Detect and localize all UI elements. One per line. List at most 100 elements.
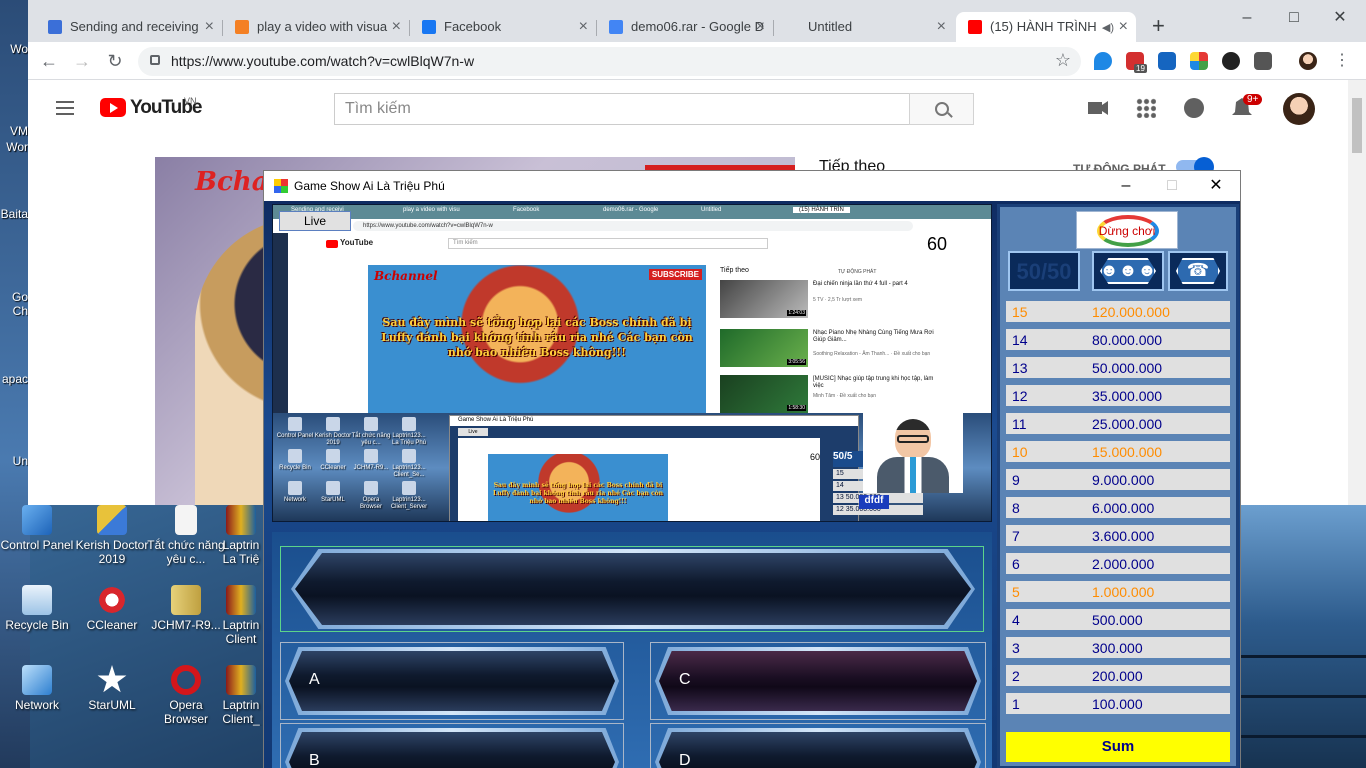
desktop-icon-zip[interactable]: JCHM7-R9... [146, 585, 226, 632]
desktop-icon-laptrinh-client[interactable]: Laptrin Client [215, 585, 267, 646]
desktop-icon-label[interactable]: Wo [0, 42, 30, 56]
notification-count-badge: 9+ [1243, 94, 1263, 105]
reload-button[interactable]: ↻ [104, 50, 126, 72]
stream-search: Tìm kiếm [448, 238, 768, 249]
desktop-icon-staruml[interactable]: StarUML [72, 665, 152, 712]
prize-row-3: 3 300.000 [1006, 637, 1230, 658]
tab-play-video[interactable]: play a video with visua × [223, 12, 409, 42]
scrollbar-thumb[interactable] [1352, 98, 1362, 153]
desktop-icon-control-panel[interactable]: Control Panel [0, 505, 77, 552]
close-tab-icon[interactable]: × [579, 12, 588, 42]
prize-row-14: 14 80.000.000 [1006, 329, 1230, 350]
stream-video-meta: Soothing Relaxation - Âm Thanh... · Đề x… [813, 351, 931, 357]
desktop-icon-laptrinh[interactable]: Laptrin La Triệ [215, 505, 267, 566]
youtube-avatar[interactable] [1283, 93, 1315, 125]
prize-row-7: 7 3.600.000 [1006, 525, 1230, 546]
extension-circle-icon[interactable] [1222, 52, 1240, 70]
close-tab-icon[interactable]: × [392, 12, 401, 42]
desktop-icon-laptrinh-client2[interactable]: Laptrin Client_ [215, 665, 267, 726]
answer-b-label: B [309, 752, 320, 768]
bookmark-star-icon[interactable]: ☆ [1055, 50, 1071, 71]
stream-tab: Facebook [513, 207, 540, 213]
stream-video-thumb: 1:24:03 [720, 280, 808, 318]
desktop-icon-label[interactable]: apac [0, 372, 30, 386]
lifeline-ask-audience-button[interactable]: ☻☻☻ [1092, 251, 1164, 291]
extension-colors-icon[interactable] [1190, 52, 1208, 70]
chrome-menu-icon[interactable]: ⋮ [1333, 52, 1351, 70]
stream-desktop-icon: Recycle Bin [275, 449, 315, 472]
nested-caption: Sau đây mình sẽ tổng hợp lại các Boss ch… [493, 482, 663, 505]
stream-desktop-icon: Network [275, 481, 315, 504]
minimize-button[interactable]: – [1224, 4, 1270, 32]
answer-c-label: C [679, 671, 691, 688]
new-tab-button[interactable]: + [1152, 13, 1165, 39]
tab-facebook[interactable]: Facebook × [410, 12, 596, 42]
desktop-icon-kerish-doctor[interactable]: Kerish Doctor 2019 [72, 505, 152, 566]
create-video-icon[interactable] [1088, 101, 1108, 115]
maximize-button[interactable]: □ [1271, 4, 1317, 32]
desktop-icon-label[interactable]: VM [0, 124, 30, 138]
game-minimize-button[interactable]: – [1104, 175, 1148, 199]
desktop-icon-label[interactable]: Wor [0, 140, 30, 154]
desktop-icon-label[interactable]: Baita [0, 207, 30, 221]
audience-icon: ☻☻☻ [1099, 260, 1157, 280]
desktop-icon-ccleaner[interactable]: CCleaner [72, 585, 152, 632]
game-maximize-button[interactable]: □ [1150, 175, 1194, 199]
live-button[interactable]: Live [279, 211, 351, 231]
sum-button[interactable]: Sum [1006, 732, 1230, 762]
prize-row-5: 5 1.000.000 [1006, 581, 1230, 602]
close-tab-icon[interactable]: × [1119, 12, 1128, 42]
tab-sending[interactable]: Sending and receiving × [36, 12, 222, 42]
answer-d-button[interactable]: D [650, 723, 986, 768]
close-tab-icon[interactable]: × [756, 12, 765, 42]
stop-game-button[interactable]: Dừng chơi [1076, 211, 1178, 249]
stream-video-meta: Minh Tâm · Đề xuất cho bạn [813, 393, 876, 399]
tab-youtube[interactable]: (15) HÀNH TRÌNH ◀) × [956, 12, 1136, 42]
youtube-logo-icon[interactable] [100, 98, 126, 117]
desktop-icon-recycle-bin[interactable]: Recycle Bin [0, 585, 77, 632]
document-icon [175, 505, 197, 535]
tab-google-drive[interactable]: demo06.rar - Google D × [597, 12, 773, 42]
page-scrollbar[interactable] [1348, 80, 1366, 505]
youtube-search-input[interactable]: Tìm kiếm [334, 93, 910, 125]
prize-row-11: 11 25.000.000 [1006, 413, 1230, 434]
apps-grid-icon[interactable] [1136, 98, 1156, 118]
stream-caption: Sau đây mình sẽ tổng hợp lại các Boss ch… [381, 316, 693, 359]
youtube-search-button[interactable] [909, 93, 974, 125]
tab-untitled[interactable]: Untitled × [774, 12, 954, 42]
stream-video-title: Nhạc Piano Nhẹ Nhàng Cùng Tiếng Mưa Rơi … [813, 330, 934, 343]
desktop-icon-network[interactable]: Network [0, 665, 77, 712]
address-bar[interactable]: https://www.youtube.com/watch?v=cwlBlqW7… [138, 47, 1081, 76]
close-tab-icon[interactable]: × [937, 12, 946, 42]
lifeline-phone-friend-button[interactable]: ☎ [1168, 251, 1228, 291]
answer-b-button[interactable]: B [280, 723, 624, 768]
messages-icon[interactable] [1184, 98, 1204, 118]
youtube-icon [968, 20, 982, 34]
desktop-icon-label[interactable]: Go [0, 290, 30, 304]
desktop-icons: Control Panel Kerish Doctor 2019 Tắt chứ… [0, 505, 265, 768]
lifeline-5050-button[interactable]: 50/50 [1008, 251, 1080, 291]
answer-a-button[interactable]: A [280, 642, 624, 720]
desktop-icon-label[interactable]: Un [0, 454, 30, 468]
close-window-button[interactable]: ✕ [1317, 4, 1363, 32]
close-tab-icon[interactable]: × [205, 12, 214, 42]
stream-dfdf-label: dfdf [859, 495, 889, 509]
desktop-icon-document[interactable]: Tắt chức năng yêu c... [146, 505, 226, 566]
presenter-avatar [863, 413, 963, 493]
stream-toolbar: https://www.youtube.com/watch?v=cwlBlqW7… [273, 219, 991, 233]
desktop-icon-label[interactable]: Ch [0, 304, 30, 318]
desktop-icon-opera[interactable]: Opera Browser [146, 665, 226, 726]
live-screen: Sending and receivi play a video with vi… [272, 204, 992, 522]
forward-button[interactable]: → [71, 50, 93, 72]
back-button[interactable]: ← [38, 50, 60, 72]
game-close-button[interactable]: ✕ [1194, 175, 1238, 199]
extension-j-icon[interactable] [1158, 52, 1176, 70]
speaker-icon[interactable]: ◀) [1102, 13, 1114, 42]
profile-avatar[interactable] [1299, 52, 1317, 70]
stream-video: Bchannel SUBSCRIBE Sau đây mình sẽ tổng … [368, 265, 706, 413]
answer-c-button[interactable]: C [650, 642, 986, 720]
hamburger-menu-icon[interactable] [56, 101, 74, 115]
extension-se-icon[interactable] [1254, 52, 1272, 70]
extension-drop-icon[interactable] [1094, 52, 1112, 70]
url-text: https://www.youtube.com/watch?v=cwlBlqW7… [171, 53, 475, 69]
